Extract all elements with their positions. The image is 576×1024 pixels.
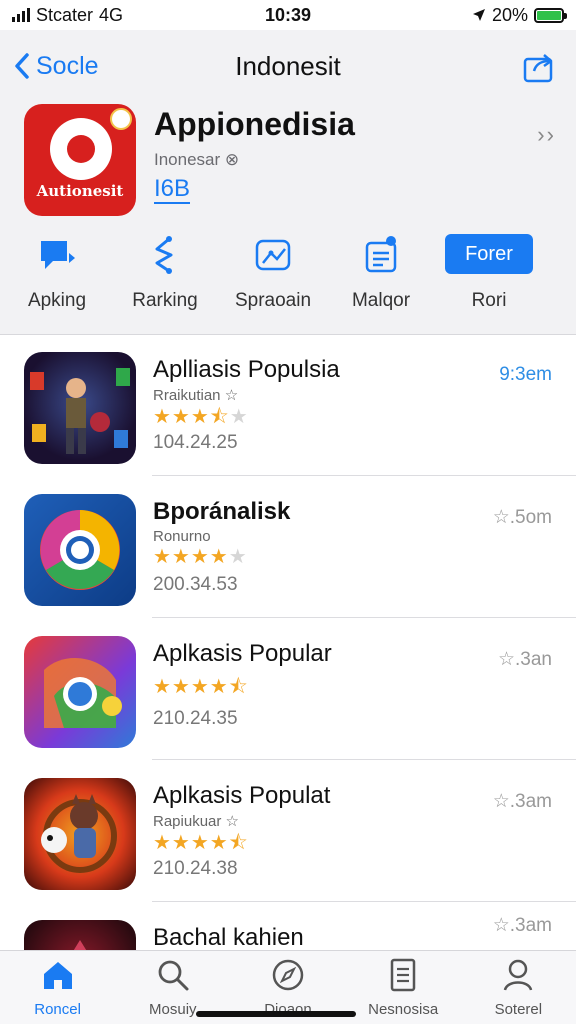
list-item-icon <box>24 636 136 748</box>
person-icon <box>504 959 533 991</box>
battery-icon <box>534 7 567 23</box>
app-list: Aplliasis Populsia Rraikutian ☆ ★★★⯪★ 10… <box>0 336 576 950</box>
list-item-icon <box>24 920 136 950</box>
list-item-title: Aplkasis Popular <box>153 640 332 667</box>
chart-icon <box>255 239 291 271</box>
list-item[interactable]: Aplliasis Populsia Rraikutian ☆ ★★★⯪★ 10… <box>0 336 576 476</box>
action-label: Rori <box>471 290 507 311</box>
star-rating: ★★★⯪★ <box>153 406 249 428</box>
app-icon: Autionesit <box>24 104 136 216</box>
star-rating: ★★★★⯪ <box>153 676 249 698</box>
list-item[interactable]: Aplkasis Popular ★★★★⯪ 210.24.35 ☆.3an <box>0 620 576 760</box>
location-icon <box>472 9 485 21</box>
chevron-left-icon <box>15 53 29 79</box>
home-icon <box>43 962 72 989</box>
list-item-time: ☆.3am <box>492 915 552 936</box>
list-item-time: ☆.5om <box>492 507 552 528</box>
list-item[interactable]: Bachal kahien ☆.3am <box>0 904 576 950</box>
action-rori[interactable]: Forer Rori <box>435 234 543 318</box>
action-bar: Apking Rarking Spraoain Malqor Forer Ror… <box>0 234 576 318</box>
list-item-count: 210.24.38 <box>153 858 238 879</box>
home-indicator <box>196 1011 356 1017</box>
app-detail-header: Socle Indonesit Autionesit Appionedisia … <box>0 30 576 335</box>
list-item-title: Bachal kahien <box>153 924 304 950</box>
tab-nesnosisa[interactable]: Nesnosisa <box>346 951 461 1024</box>
list-item-icon <box>24 494 136 606</box>
list-item-icon <box>24 352 136 464</box>
message-icon <box>41 241 75 269</box>
list-item[interactable]: Bporánalisk Ronurno ★★★★★ 200.34.53 ☆.5o… <box>0 478 576 618</box>
list-item[interactable]: Aplkasis Populat Rapiukuar ☆ ★★★★⯪ 210.2… <box>0 762 576 902</box>
carrier-label: Stcater <box>36 4 94 25</box>
list-item-count: 210.24.35 <box>153 708 238 729</box>
list-item-time: 9:3em <box>499 364 552 385</box>
tab-soterel[interactable]: Soterel <box>461 951 576 1024</box>
back-button[interactable]: Socle <box>14 52 99 81</box>
tab-label: Roncel <box>34 1001 81 1018</box>
tab-label: Nesnosisa <box>368 1001 439 1018</box>
action-label: Rarking <box>132 290 198 311</box>
action-apking[interactable]: Apking <box>3 234 111 318</box>
list-icon <box>365 236 397 273</box>
compass-icon <box>272 959 304 991</box>
tab-label: Mosuiy <box>149 1001 197 1018</box>
signal-icon <box>12 8 30 22</box>
share-icon[interactable] <box>522 50 556 84</box>
tab-label: Soterel <box>494 1001 543 1018</box>
list-item-title: Aplkasis Populat <box>153 782 331 809</box>
list-item-title: Bporánalisk <box>153 498 291 525</box>
clock: 10:39 <box>264 4 312 25</box>
star-rating: ★★★★★ <box>153 546 248 568</box>
list-item-count: 200.34.53 <box>153 574 238 595</box>
back-label: Socle <box>36 51 99 80</box>
document-icon <box>390 958 416 992</box>
app-size-link[interactable]: I6B <box>154 176 191 204</box>
star-rating: ★★★★⯪ <box>153 832 249 854</box>
network-label: 4G <box>99 4 124 25</box>
list-item-time: ☆.3an <box>497 649 552 670</box>
app-developer: Inonesar ⊗ <box>154 150 240 169</box>
search-icon <box>158 960 189 991</box>
list-item-time: ☆.3am <box>492 791 552 812</box>
action-label: Malqor <box>351 290 411 311</box>
action-label: Apking <box>27 290 87 311</box>
app-icon-brand: Autionesit <box>36 182 124 200</box>
tab-roncel[interactable]: Roncel <box>0 951 115 1024</box>
navigation-bar: Socle Indonesit <box>0 44 576 88</box>
status-bar: Stcater 4G 10:39 20% <box>0 0 576 30</box>
action-rarking[interactable]: Rarking <box>111 234 219 318</box>
ranking-icon <box>155 236 173 274</box>
battery-percent: 20% <box>491 4 528 25</box>
list-item-count: 104.24.25 <box>153 432 238 453</box>
app-info: Autionesit Appionedisia Inonesar ⊗ I6B ›… <box>24 104 554 219</box>
app-name: Appionedisia <box>154 106 355 142</box>
action-malqor[interactable]: Malqor <box>327 234 435 318</box>
more-chevron-icon[interactable]: › › <box>537 122 554 148</box>
action-spraoain[interactable]: Spraoain <box>219 234 327 318</box>
action-label: Spraoain <box>234 290 312 311</box>
list-item-icon <box>24 778 136 890</box>
forer-button[interactable]: Forer <box>445 234 533 274</box>
list-item-subtitle: Ronurno <box>153 528 211 545</box>
list-item-title: Aplliasis Populsia <box>153 356 340 383</box>
